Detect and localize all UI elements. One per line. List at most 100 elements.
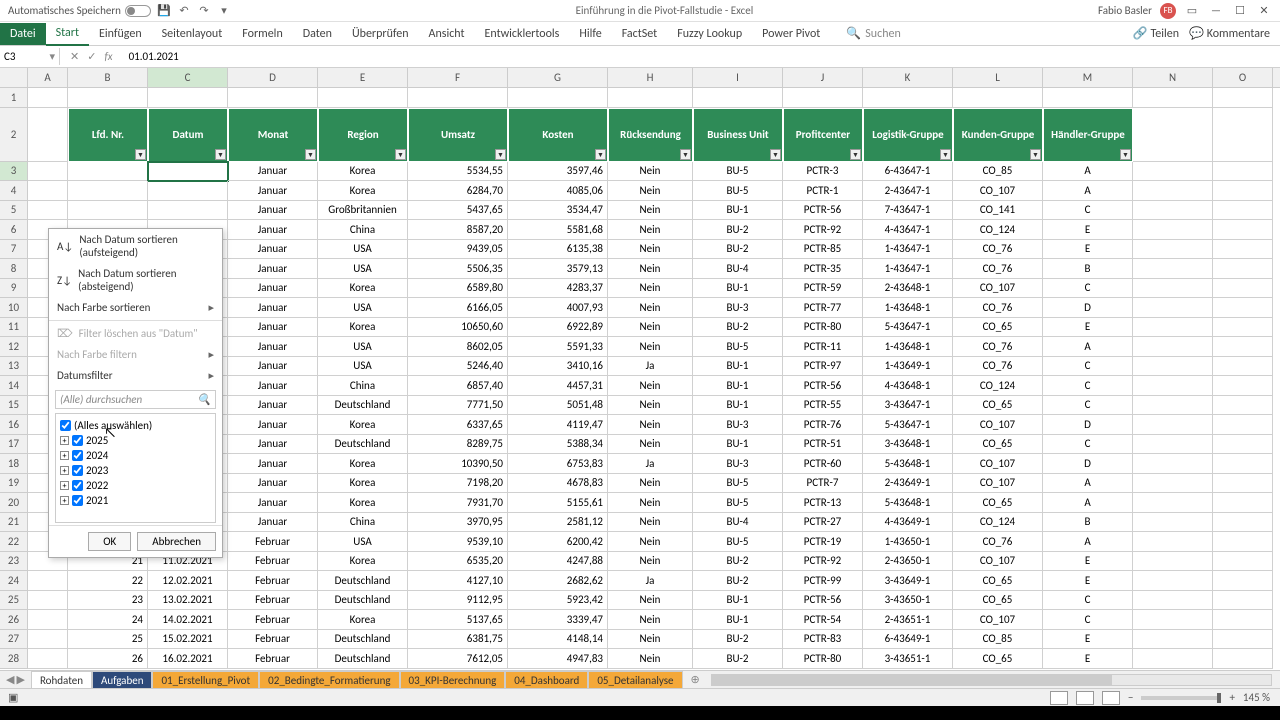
cell[interactable]: 5923,42 [508,591,608,611]
cell[interactable]: 1-43650-1 [863,532,953,552]
cell[interactable]: D [1043,298,1133,318]
row-header-27[interactable]: 27 [0,630,27,650]
col-header-B[interactable]: B [68,68,148,87]
cell[interactable]: 6-43647-1 [863,162,953,182]
cell[interactable]: BU-5 [693,474,783,494]
cell[interactable]: CO_65 [953,318,1043,338]
cell[interactable]: CO_107 [953,552,1043,572]
cell[interactable]: 8602,05 [408,337,508,357]
cell[interactable]: B [1043,259,1133,279]
cell[interactable]: 5-43647-1 [863,318,953,338]
cell[interactable]: 3339,47 [508,610,608,630]
cell[interactable]: Nein [608,493,693,513]
cell[interactable]: Januar [228,181,318,201]
cell[interactable]: 9439,05 [408,240,508,260]
filter-arrow-icon[interactable]: ▼ [680,149,691,160]
table-header[interactable]: Rücksendung▼ [608,108,693,162]
cell[interactable]: Nein [608,181,693,201]
cell[interactable] [68,162,148,182]
cell[interactable]: Nein [608,591,693,611]
cell[interactable]: Januar [228,298,318,318]
cell[interactable]: D [1043,454,1133,474]
cell[interactable]: Nein [608,201,693,221]
cell[interactable]: BU-1 [693,201,783,221]
cell[interactable]: 7612,05 [408,649,508,669]
cell[interactable]: PCTR-80 [783,318,863,338]
cell[interactable]: 6857,40 [408,376,508,396]
cell[interactable]: 1-43648-1 [863,298,953,318]
view-break-icon[interactable] [1102,691,1120,705]
cell[interactable]: 1-43647-1 [863,240,953,260]
cell[interactable]: B [1043,513,1133,533]
cell[interactable]: CO_76 [953,357,1043,377]
cell[interactable]: BU-1 [693,396,783,416]
tab-factset[interactable]: FactSet [612,23,667,45]
cell[interactable]: 8587,20 [408,220,508,240]
cell[interactable]: PCTR-83 [783,630,863,650]
cell[interactable]: USA [318,259,408,279]
cell[interactable]: CO_65 [953,435,1043,455]
zoom-out-icon[interactable]: − [1128,691,1133,704]
cell[interactable]: Januar [228,396,318,416]
tab-start[interactable]: Start [46,22,89,46]
cell[interactable]: Deutschland [318,571,408,591]
cell[interactable]: PCTR-13 [783,493,863,513]
col-header-F[interactable]: F [408,68,508,87]
cell[interactable]: PCTR-99 [783,571,863,591]
cell[interactable]: Korea [318,454,408,474]
cell[interactable]: Februar [228,591,318,611]
cell[interactable]: China [318,220,408,240]
expand-icon[interactable]: + [60,451,69,460]
cell[interactable]: Januar [228,318,318,338]
cell[interactable]: Februar [228,532,318,552]
cell[interactable]: PCTR-56 [783,376,863,396]
cell[interactable]: 5246,40 [408,357,508,377]
cell[interactable]: CO_76 [953,240,1043,260]
cell[interactable]: C [1043,396,1133,416]
cell[interactable]: C [1043,376,1133,396]
cell[interactable]: 5437,65 [408,201,508,221]
cell[interactable]: 3-43649-1 [863,571,953,591]
cell[interactable]: CO_76 [953,532,1043,552]
autosave-toggle[interactable]: Automatisches Speichern [8,4,151,17]
row-header-13[interactable]: 13 [0,357,27,377]
expand-icon[interactable]: + [60,496,69,505]
cell[interactable]: 4-43649-1 [863,513,953,533]
cell[interactable]: BU-5 [693,493,783,513]
row-header-26[interactable]: 26 [0,610,27,630]
table-header[interactable]: Kunden-Gruppe▼ [953,108,1043,162]
year-item[interactable]: +2024 [60,448,211,463]
cell[interactable]: 6166,05 [408,298,508,318]
cell[interactable]: Nein [608,259,693,279]
cell[interactable]: 6535,20 [408,552,508,572]
cell[interactable]: 1-43648-1 [863,337,953,357]
cell[interactable]: Februar [228,571,318,591]
cell[interactable]: E [1043,552,1133,572]
cell[interactable]: 6381,75 [408,630,508,650]
cell[interactable]: 2-43648-1 [863,279,953,299]
cell[interactable]: BU-5 [693,337,783,357]
cell[interactable]: Korea [318,415,408,435]
cell[interactable]: BU-1 [693,591,783,611]
cell[interactable]: Nein [608,532,693,552]
year-item[interactable]: +2022 [60,478,211,493]
cell[interactable]: BU-2 [693,649,783,669]
cell[interactable]: E [1043,220,1133,240]
cell[interactable]: Januar [228,376,318,396]
cell[interactable]: 14.02.2021 [148,610,228,630]
table-header[interactable]: Lfd. Nr.▼ [68,108,148,162]
view-normal-icon[interactable] [1050,691,1068,705]
ribbon-options-icon[interactable]: ▭ [1184,3,1200,19]
nav-prev-icon[interactable]: ◀ [6,673,14,686]
row-header-16[interactable]: 16 [0,415,27,435]
cell[interactable]: 3-43648-1 [863,435,953,455]
cell[interactable]: Februar [228,552,318,572]
sheet-01[interactable]: 01_Erstellung_Pivot [152,671,259,689]
cell[interactable]: 9112,95 [408,591,508,611]
row-header-5[interactable]: 5 [0,201,27,221]
col-header-L[interactable]: L [953,68,1043,87]
cell[interactable]: 2-43650-1 [863,552,953,572]
cell[interactable]: Januar [228,240,318,260]
cell[interactable]: PCTR-77 [783,298,863,318]
cell[interactable]: 4-43648-1 [863,376,953,396]
